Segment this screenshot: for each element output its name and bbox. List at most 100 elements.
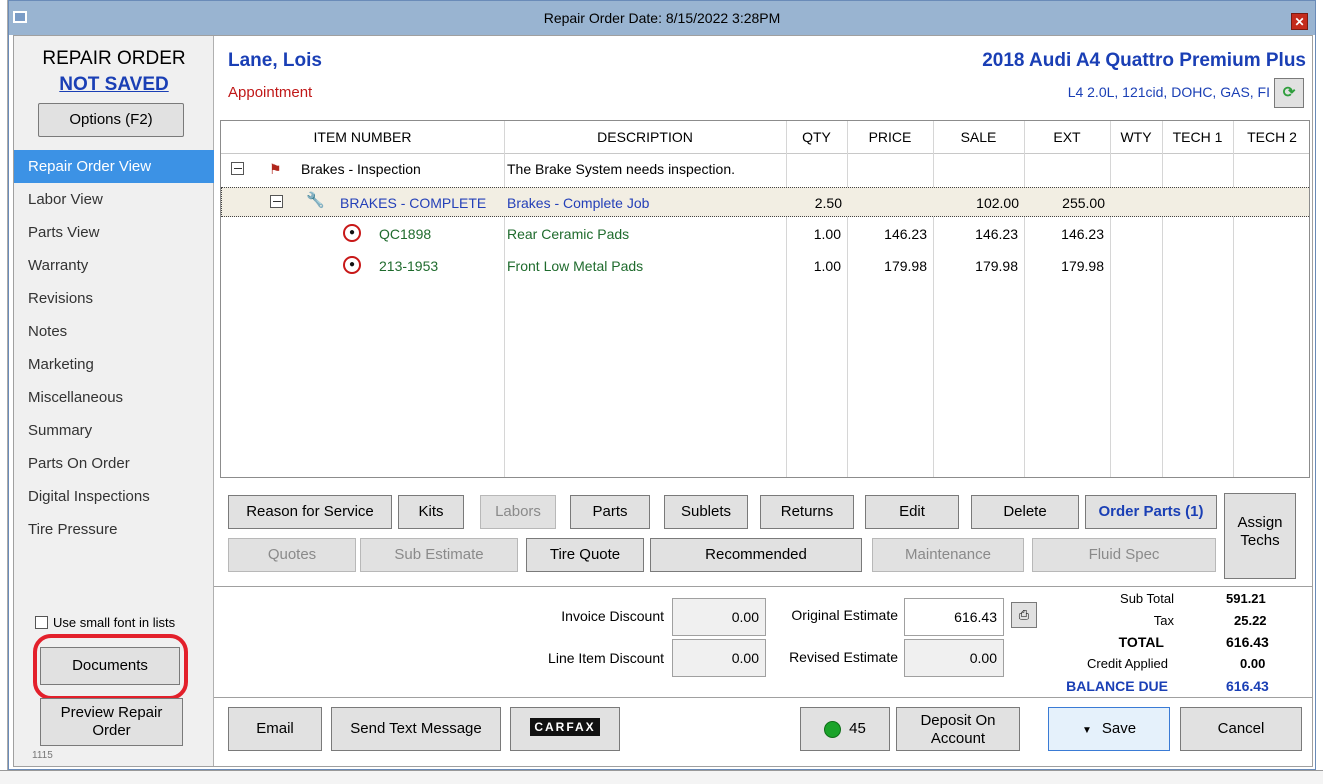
save-button[interactable]: ▼ Save <box>1048 707 1170 751</box>
nav-item-notes[interactable]: Notes <box>14 315 214 348</box>
background-window-edge-right <box>1316 0 1323 784</box>
sale-cell: 102.00 <box>976 195 1019 211</box>
wrench-icon: 🔧 <box>306 192 325 209</box>
nav-item-miscellaneous[interactable]: Miscellaneous <box>14 381 214 414</box>
fluid-spec-button[interactable]: Fluid Spec <box>1032 538 1216 572</box>
assign-label-line2: Techs <box>1240 532 1280 549</box>
small-font-label: Use small font in lists <box>53 615 176 630</box>
ext-cell: 146.23 <box>1061 226 1104 242</box>
printer-icon: ⎙ <box>1018 607 1030 622</box>
delete-button[interactable]: Delete <box>971 495 1079 529</box>
nav-item-tire-pressure[interactable]: Tire Pressure <box>14 513 214 546</box>
edit-button[interactable]: Edit <box>865 495 959 529</box>
balance-due-value: 616.43 <box>1226 678 1269 694</box>
reason-for-service-button[interactable]: Reason for Service <box>228 495 392 529</box>
col-header-tech2[interactable]: TECH 2 <box>1233 121 1309 153</box>
table-row[interactable]: ● 213-1953 Front Low Metal Pads 1.00 179… <box>221 251 1309 281</box>
tire-quote-button[interactable]: Tire Quote <box>526 538 644 572</box>
col-header-tech1[interactable]: TECH 1 <box>1162 121 1233 153</box>
ext-cell: 255.00 <box>1062 195 1105 211</box>
table-row[interactable]: ● QC1898 Rear Ceramic Pads 1.00 146.23 1… <box>221 219 1309 249</box>
original-estimate-field[interactable]: 616.43 <box>904 598 1004 636</box>
item-number-cell: QC1898 <box>379 226 432 242</box>
preview-repair-order-button[interactable]: Preview Repair Order <box>40 698 183 746</box>
carfax-button[interactable]: CARFAX <box>510 707 620 751</box>
qty-cell: 1.00 <box>813 226 841 242</box>
col-header-qty[interactable]: QTY <box>786 121 847 153</box>
section-divider <box>214 586 1312 587</box>
col-header-item-number[interactable]: ITEM NUMBER <box>221 121 504 153</box>
close-button[interactable]: ✕ <box>1291 13 1308 30</box>
col-header-description[interactable]: DESCRIPTION <box>504 121 786 153</box>
cancel-button[interactable]: Cancel <box>1180 707 1302 751</box>
nav-item-summary[interactable]: Summary <box>14 414 214 447</box>
labors-button[interactable]: Labors <box>480 495 556 529</box>
line-items-grid: ITEM NUMBER DESCRIPTION QTY PRICE SALE E… <box>220 120 1310 478</box>
vehicle-title[interactable]: 2018 Audi A4 Quattro Premium Plus <box>774 50 1306 72</box>
preview-label-line1: Preview Repair <box>60 704 163 721</box>
status-indicator-button[interactable]: 45 <box>800 707 890 751</box>
car-icon: ⚑ <box>269 161 282 177</box>
nav-item-warranty[interactable]: Warranty <box>14 249 214 282</box>
nav-item-parts-view[interactable]: Parts View <box>14 216 214 249</box>
sub-estimate-button[interactable]: Sub Estimate <box>360 538 518 572</box>
title-bar[interactable]: Repair Order Date: 8/15/2022 3:28PM ✕ <box>9 1 1315 35</box>
save-status-link[interactable]: NOT SAVED <box>14 74 214 96</box>
send-text-message-button[interactable]: Send Text Message <box>331 707 501 751</box>
returns-button[interactable]: Returns <box>760 495 854 529</box>
recommended-button[interactable]: Recommended <box>650 538 862 572</box>
sale-cell: 179.98 <box>975 258 1018 274</box>
sale-cell: 146.23 <box>975 226 1018 242</box>
sublets-button[interactable]: Sublets <box>664 495 748 529</box>
highlight-circle <box>33 634 188 700</box>
col-header-price[interactable]: PRICE <box>847 121 933 153</box>
refresh-vehicle-button[interactable]: ⟳ <box>1274 78 1304 108</box>
assign-techs-button[interactable]: Assign Techs <box>1224 493 1296 579</box>
description-cell: Brakes - Complete Job <box>507 195 650 211</box>
assign-label-line1: Assign <box>1237 514 1283 531</box>
credit-applied-label: Credit Applied <box>1087 656 1168 671</box>
order-type-label: Appointment <box>228 84 313 101</box>
table-row[interactable]: ⚑ Brakes - Inspection The Brake System n… <box>221 154 1309 184</box>
col-header-ext[interactable]: EXT <box>1024 121 1110 153</box>
qty-cell: 2.50 <box>814 195 842 211</box>
dropdown-arrow-icon[interactable]: ▼ <box>1082 725 1092 736</box>
indicator-count: 45 <box>849 720 866 737</box>
maintenance-button[interactable]: Maintenance <box>872 538 1024 572</box>
refresh-icon: ⟳ <box>1282 84 1296 101</box>
col-header-wty[interactable]: WTY <box>1110 121 1162 153</box>
small-font-checkbox[interactable] <box>35 616 48 629</box>
original-estimate-label: Original Estimate <box>791 607 898 623</box>
main-panel: Lane, Lois Appointment 2018 Audi A4 Quat… <box>214 36 1312 766</box>
collapse-toggle[interactable] <box>231 162 244 175</box>
green-status-dot-icon <box>824 720 842 738</box>
line-item-discount-label: Line Item Discount <box>548 650 664 666</box>
col-header-sale[interactable]: SALE <box>933 121 1024 153</box>
total-value: 616.43 <box>1226 634 1269 650</box>
nav-item-marketing[interactable]: Marketing <box>14 348 214 381</box>
deposit-label-line1: Deposit On <box>920 712 996 729</box>
invoice-discount-label: Invoice Discount <box>561 608 664 624</box>
table-row-selected[interactable]: 🔧 BRAKES - COMPLETE Brakes - Complete Jo… <box>221 187 1309 217</box>
tax-label: Tax <box>1153 613 1174 628</box>
nav-item-revisions[interactable]: Revisions <box>14 282 214 315</box>
nav-item-digital-inspections[interactable]: Digital Inspections <box>14 480 214 513</box>
deposit-on-account-button[interactable]: Deposit On Account <box>896 707 1020 751</box>
quotes-button[interactable]: Quotes <box>228 538 356 572</box>
nav-item-parts-on-order[interactable]: Parts On Order <box>14 447 214 480</box>
nav-item-repair-order-view[interactable]: Repair Order View <box>14 150 214 183</box>
options-button[interactable]: Options (F2) <box>38 103 184 137</box>
collapse-toggle[interactable] <box>270 195 283 208</box>
order-parts-button[interactable]: Order Parts (1) <box>1085 495 1217 529</box>
print-estimate-button[interactable]: ⎙ <box>1011 602 1037 628</box>
credit-applied-value: 0.00 <box>1240 656 1266 671</box>
customer-name[interactable]: Lane, Lois <box>228 50 322 72</box>
invoice-discount-field[interactable]: 0.00 <box>672 598 766 636</box>
parts-button[interactable]: Parts <box>570 495 650 529</box>
revised-estimate-field[interactable]: 0.00 <box>904 639 1004 677</box>
price-cell: 179.98 <box>884 258 927 274</box>
nav-item-labor-view[interactable]: Labor View <box>14 183 214 216</box>
line-item-discount-field[interactable]: 0.00 <box>672 639 766 677</box>
kits-button[interactable]: Kits <box>398 495 464 529</box>
email-button[interactable]: Email <box>228 707 322 751</box>
